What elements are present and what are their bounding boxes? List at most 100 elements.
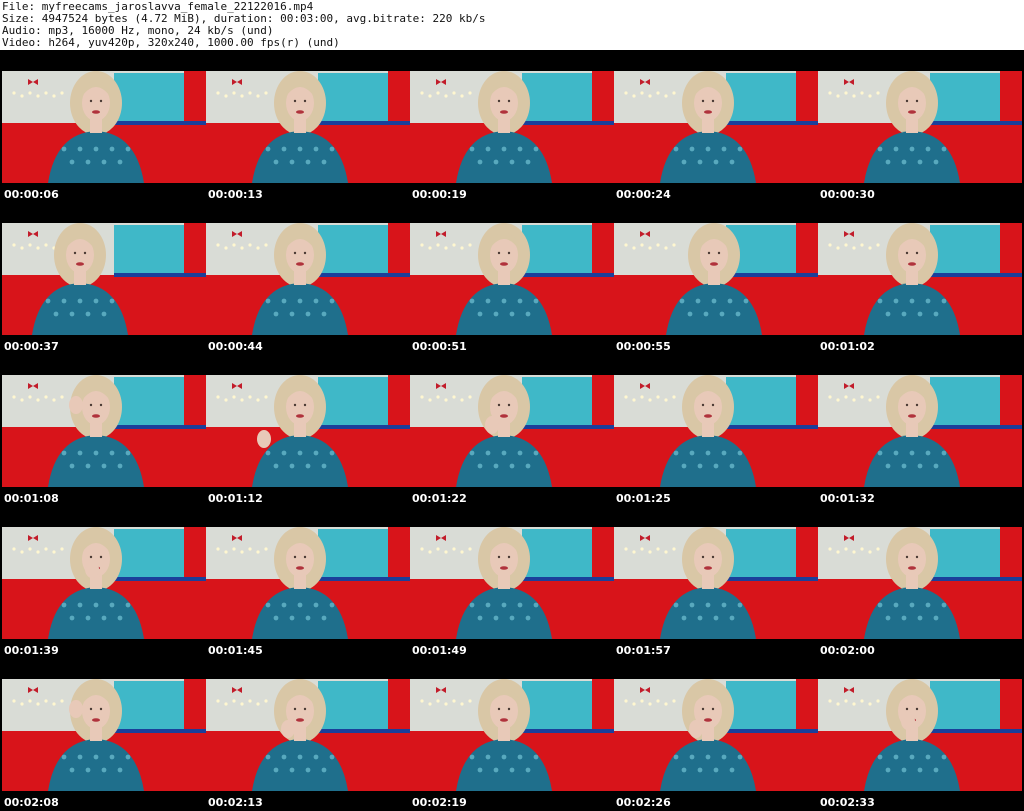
frame-timestamp: 00:01:32 (820, 492, 875, 505)
thumbnail-cell: 00:01:45 (206, 506, 410, 658)
frame-image (2, 527, 206, 639)
frame-image (614, 527, 818, 639)
video-frame-thumbnail (818, 223, 1022, 335)
thumbnail-cell: 00:00:19 (410, 50, 614, 202)
thumbnail-cell: 00:02:33 (818, 658, 1022, 810)
frame-image (2, 679, 206, 791)
frame-timestamp: 00:01:25 (616, 492, 671, 505)
frame-timestamp: 00:00:06 (4, 188, 59, 201)
video-frame-thumbnail (614, 679, 818, 791)
frame-image (2, 223, 206, 335)
thumbnail-grid: 00:00:06 00:00:13 00:00:19 00:00:24 00:00:30… (0, 50, 1024, 811)
sheet-header: File: myfreecams_jaroslavva_female_22122… (0, 0, 1024, 50)
frame-timestamp: 00:01:39 (4, 644, 59, 657)
thumbnail-cell: 00:01:32 (818, 354, 1022, 506)
frame-timestamp: 00:00:19 (412, 188, 467, 201)
frame-image (818, 527, 1022, 639)
video-frame-thumbnail (206, 679, 410, 791)
thumbnail-cell: 00:00:55 (614, 202, 818, 354)
frame-image (206, 375, 410, 487)
frame-timestamp: 00:01:49 (412, 644, 467, 657)
video-frame-thumbnail (614, 375, 818, 487)
frame-timestamp: 00:00:37 (4, 340, 59, 353)
frame-image (818, 375, 1022, 487)
frame-timestamp: 00:00:24 (616, 188, 671, 201)
frame-timestamp: 00:02:19 (412, 796, 467, 809)
frame-image (2, 71, 206, 183)
thumbnail-cell: 00:01:25 (614, 354, 818, 506)
frame-timestamp: 00:00:44 (208, 340, 263, 353)
thumbnail-cell: 00:01:02 (818, 202, 1022, 354)
frame-image (410, 223, 614, 335)
thumbnail-cell: 00:02:00 (818, 506, 1022, 658)
frame-image (2, 375, 206, 487)
video-frame-thumbnail (206, 527, 410, 639)
video-frame-thumbnail (614, 71, 818, 183)
frame-timestamp: 00:01:08 (4, 492, 59, 505)
frame-timestamp: 00:01:12 (208, 492, 263, 505)
frame-image (206, 527, 410, 639)
video-frame-thumbnail (410, 223, 614, 335)
video-frame-thumbnail (206, 71, 410, 183)
frame-image (410, 527, 614, 639)
frame-image (818, 679, 1022, 791)
video-info-line: Video: h264, yuv420p, 320x240, 1000.00 f… (2, 36, 340, 49)
thumbnail-cell: 00:01:12 (206, 354, 410, 506)
frame-image (818, 71, 1022, 183)
frame-timestamp: 00:01:57 (616, 644, 671, 657)
video-frame-thumbnail (410, 375, 614, 487)
frame-timestamp: 00:01:22 (412, 492, 467, 505)
thumbnail-cell: 00:01:57 (614, 506, 818, 658)
thumbnail-cell: 00:00:51 (410, 202, 614, 354)
video-frame-thumbnail (818, 527, 1022, 639)
video-frame-thumbnail (818, 71, 1022, 183)
frame-timestamp: 00:01:45 (208, 644, 263, 657)
frame-image (614, 223, 818, 335)
video-frame-thumbnail (2, 223, 206, 335)
video-frame-thumbnail (818, 679, 1022, 791)
video-frame-thumbnail (818, 375, 1022, 487)
frame-timestamp: 00:02:26 (616, 796, 671, 809)
thumbnail-cell: 00:00:13 (206, 50, 410, 202)
video-frame-thumbnail (410, 527, 614, 639)
thumbnail-cell: 00:02:08 (2, 658, 206, 810)
frame-timestamp: 00:02:00 (820, 644, 875, 657)
thumbnail-cell: 00:01:08 (2, 354, 206, 506)
frame-image (410, 679, 614, 791)
thumbnail-cell: 00:02:19 (410, 658, 614, 810)
frame-image (206, 223, 410, 335)
frame-timestamp: 00:00:51 (412, 340, 467, 353)
thumbnail-cell: 00:00:06 (2, 50, 206, 202)
frame-image (206, 71, 410, 183)
video-frame-thumbnail (614, 223, 818, 335)
thumbnail-cell: 00:00:24 (614, 50, 818, 202)
frame-timestamp: 00:02:08 (4, 796, 59, 809)
video-frame-thumbnail (206, 223, 410, 335)
video-frame-thumbnail (410, 679, 614, 791)
frame-image (410, 71, 614, 183)
frame-timestamp: 00:01:02 (820, 340, 875, 353)
frame-image (614, 375, 818, 487)
frame-image (614, 71, 818, 183)
frame-timestamp: 00:00:55 (616, 340, 671, 353)
thumbnail-cell: 00:02:13 (206, 658, 410, 810)
video-frame-thumbnail (2, 527, 206, 639)
thumbnail-cell: 00:00:30 (818, 50, 1022, 202)
frame-image (206, 679, 410, 791)
frame-image (614, 679, 818, 791)
frame-timestamp: 00:02:33 (820, 796, 875, 809)
frame-image (818, 223, 1022, 335)
thumbnail-cell: 00:01:39 (2, 506, 206, 658)
frame-timestamp: 00:02:13 (208, 796, 263, 809)
thumbnail-cell: 00:02:26 (614, 658, 818, 810)
thumbnail-cell: 00:01:49 (410, 506, 614, 658)
frame-timestamp: 00:00:13 (208, 188, 263, 201)
frame-image (410, 375, 614, 487)
thumbnail-cell: 00:00:44 (206, 202, 410, 354)
frame-timestamp: 00:00:30 (820, 188, 875, 201)
thumbnail-cell: 00:00:37 (2, 202, 206, 354)
thumbnail-cell: 00:01:22 (410, 354, 614, 506)
video-frame-thumbnail (2, 375, 206, 487)
video-frame-thumbnail (206, 375, 410, 487)
video-frame-thumbnail (2, 71, 206, 183)
